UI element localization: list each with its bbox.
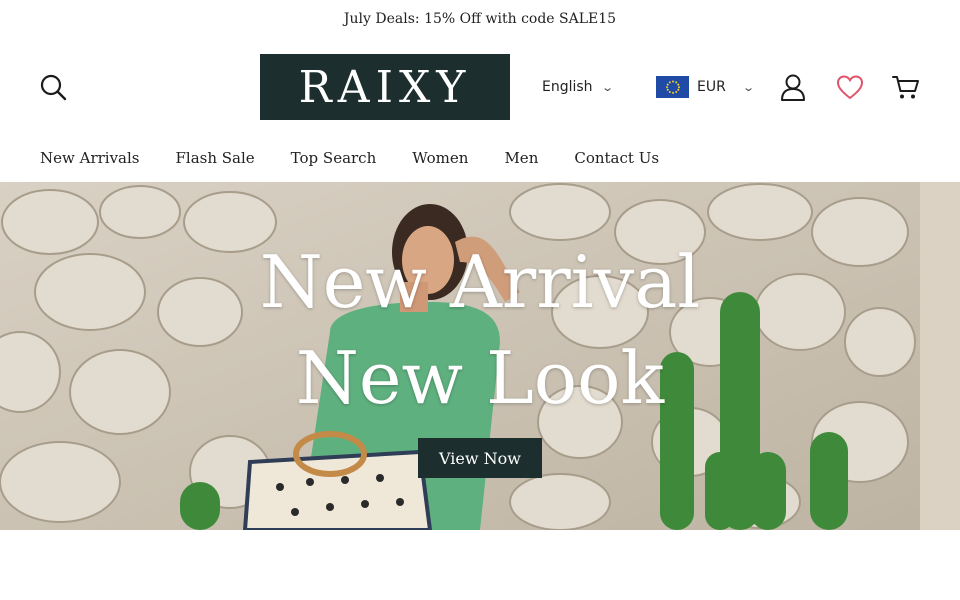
main-nav: New Arrivals Flash Sale Top Search Women… xyxy=(0,134,960,182)
hero-heading-line1: New Arrival xyxy=(259,240,701,324)
language-selector[interactable]: English ⌄ xyxy=(542,76,614,98)
currency-label: EUR xyxy=(697,79,726,95)
view-now-button[interactable]: View Now xyxy=(418,438,542,478)
search-icon[interactable] xyxy=(38,72,70,104)
announcement-bar: July Deals: 15% Off with code SALE15 xyxy=(0,0,960,38)
nav-men[interactable]: Men xyxy=(504,149,538,167)
currency-selector[interactable]: EUR ⌄ xyxy=(656,76,755,98)
logo-text: RAIXY xyxy=(298,61,472,113)
hero-heading-line2: New Look xyxy=(295,336,665,420)
eu-flag-icon xyxy=(656,76,689,98)
chevron-down-icon: ⌄ xyxy=(741,80,755,94)
chevron-down-icon: ⌄ xyxy=(600,80,614,94)
nav-women[interactable]: Women xyxy=(412,149,468,167)
language-label: English xyxy=(542,79,593,95)
account-icon[interactable] xyxy=(778,72,808,102)
brand-logo[interactable]: RAIXY xyxy=(260,54,510,120)
announcement-text: July Deals: 15% Off with code SALE15 xyxy=(343,11,617,27)
heart-icon[interactable] xyxy=(835,72,865,102)
nav-flash-sale[interactable]: Flash Sale xyxy=(176,149,255,167)
cart-icon[interactable] xyxy=(891,72,921,102)
nav-new-arrivals[interactable]: New Arrivals xyxy=(40,149,140,167)
hero-banner: New Arrival New Look View Now xyxy=(0,182,960,530)
nav-contact-us[interactable]: Contact Us xyxy=(574,149,659,167)
site-header: RAIXY English ⌄ EUR ⌄ xyxy=(0,38,960,134)
nav-top-search[interactable]: Top Search xyxy=(291,149,377,167)
